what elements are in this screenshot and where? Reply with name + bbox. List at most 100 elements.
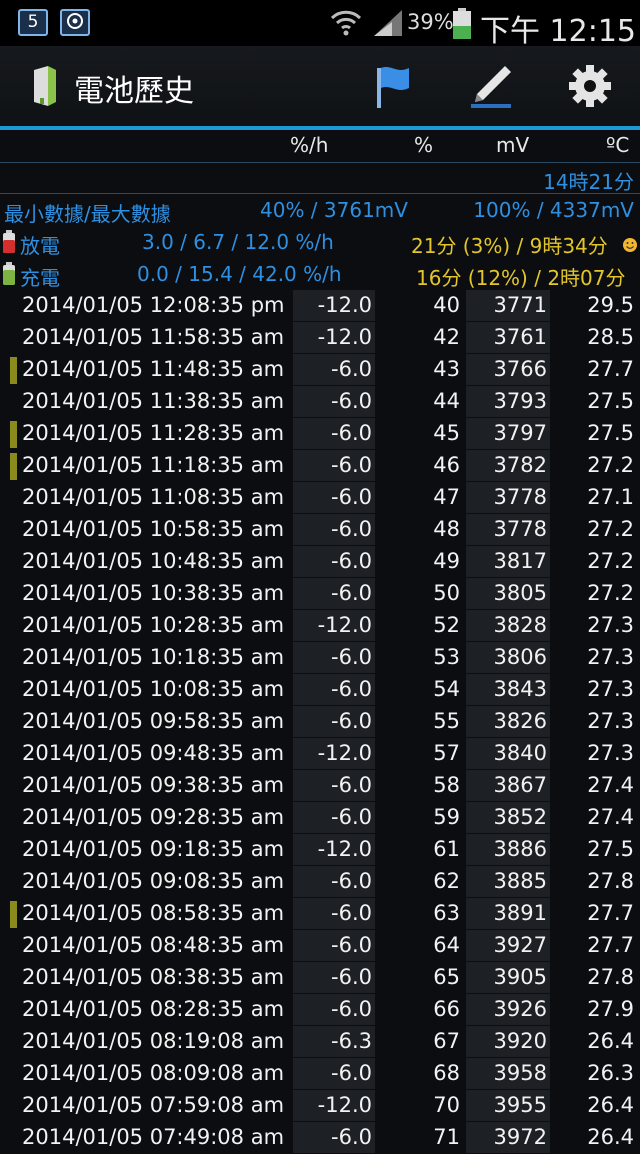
row-rate: -12.0 [317,613,372,637]
row-temperature: 27.2 [587,517,634,541]
row-temperature: 27.2 [587,581,634,605]
row-voltage: 3885 [493,869,547,893]
row-percent: 42 [433,325,460,349]
row-percent: 43 [433,357,460,381]
row-date: 2014/01/05 08:19:08 am [22,1029,285,1053]
row-rate: -6.0 [331,997,372,1021]
history-row[interactable]: 2014/01/05 08:09:08 am -6.0 68 3958 26.3 [0,1058,640,1090]
calendar-notification-icon: 5 [18,9,48,36]
history-row[interactable]: 2014/01/05 11:28:35 am -6.0 45 3797 27.5 [0,418,640,450]
history-row[interactable]: 2014/01/05 11:18:35 am -6.0 46 3782 27.2 [0,450,640,482]
history-row[interactable]: 2014/01/05 09:28:35 am -6.0 59 3852 27.4 [0,802,640,834]
battery-door-icon[interactable] [30,64,62,112]
history-row[interactable]: 2014/01/05 09:18:35 am -12.0 61 3886 27.5 [0,834,640,866]
history-row[interactable]: 2014/01/05 10:38:35 am -6.0 50 3805 27.2 [0,578,640,610]
row-date: 2014/01/05 07:59:08 am [22,1093,285,1117]
row-voltage: 3955 [493,1093,547,1117]
row-temperature: 27.8 [587,965,634,989]
row-date: 2014/01/05 11:18:35 am [22,453,285,477]
row-rate: -12.0 [317,325,372,349]
history-row[interactable]: 2014/01/05 08:28:35 am -6.0 66 3926 27.9 [0,994,640,1026]
row-percent: 57 [433,741,460,765]
history-row[interactable]: 2014/01/05 08:48:35 am -6.0 64 3927 27.7 [0,930,640,962]
row-voltage: 3920 [493,1029,547,1053]
row-date: 2014/01/05 11:28:35 am [22,421,285,445]
row-percent: 45 [433,421,460,445]
settings-button[interactable] [564,60,616,112]
row-voltage: 3797 [493,421,547,445]
row-rate: -12.0 [317,741,372,765]
row-temperature: 27.2 [587,549,634,573]
history-row[interactable]: 2014/01/05 08:38:35 am -6.0 65 3905 27.8 [0,962,640,994]
row-percent: 59 [433,805,460,829]
charge-rates: 0.0 / 15.4 / 42.0 %/h [137,262,342,286]
row-date: 2014/01/05 10:48:35 am [22,549,285,573]
history-row[interactable]: 2014/01/05 09:38:35 am -6.0 58 3867 27.4 [0,770,640,802]
row-rate: -6.0 [331,1125,372,1149]
row-temperature: 29.5 [587,293,634,317]
action-bar: 電池歷史 [0,46,640,126]
summary-divider [0,193,640,194]
row-temperature: 27.9 [587,997,634,1021]
row-voltage: 3926 [493,997,547,1021]
history-row[interactable]: 2014/01/05 07:59:08 am -12.0 70 3955 26.4 [0,1090,640,1122]
row-date: 2014/01/05 10:58:35 am [22,517,285,541]
row-temperature: 26.3 [587,1061,634,1085]
row-percent: 47 [433,485,460,509]
row-percent: 44 [433,389,460,413]
row-percent: 52 [433,613,460,637]
page-title: 電池歷史 [74,74,194,109]
history-row[interactable]: 2014/01/05 11:58:35 am -12.0 42 3761 28.5 [0,322,640,354]
history-row[interactable]: 2014/01/05 12:08:35 pm -12.0 40 3771 29.5 [0,290,640,322]
history-row[interactable]: 2014/01/05 10:18:35 am -6.0 53 3806 27.3 [0,642,640,674]
history-row[interactable]: 2014/01/05 10:48:35 am -6.0 49 3817 27.2 [0,546,640,578]
max-values: 100% / 4337mV [473,198,634,222]
row-rate: -12.0 [317,293,372,317]
row-temperature: 27.2 [587,453,634,477]
row-temperature: 27.5 [587,837,634,861]
row-voltage: 3778 [493,517,547,541]
row-temperature: 28.5 [587,325,634,349]
smiley-icon [622,234,638,258]
row-rate: -6.0 [331,453,372,477]
discharge-battery-icon [2,230,16,259]
row-percent: 49 [433,549,460,573]
total-time: 14時21分 [543,170,634,194]
row-rate: -6.0 [331,869,372,893]
history-row[interactable]: 2014/01/05 10:08:35 am -6.0 54 3843 27.3 [0,674,640,706]
row-temperature: 27.4 [587,805,634,829]
row-rate: -6.0 [331,517,372,541]
history-row[interactable]: 2014/01/05 10:58:35 am -6.0 48 3778 27.2 [0,514,640,546]
row-voltage: 3843 [493,677,547,701]
row-voltage: 3852 [493,805,547,829]
row-rate: -6.0 [331,645,372,669]
history-row[interactable]: 2014/01/05 08:19:08 am -6.3 67 3920 26.4 [0,1026,640,1058]
row-temperature: 26.4 [587,1093,634,1117]
col-pct-header: % [414,133,434,157]
signal-icon [372,9,404,41]
history-row[interactable]: 2014/01/05 09:58:35 am -6.0 55 3826 27.3 [0,706,640,738]
history-row[interactable]: 2014/01/05 11:08:35 am -6.0 47 3778 27.1 [0,482,640,514]
history-row[interactable]: 2014/01/05 09:08:35 am -6.0 62 3885 27.8 [0,866,640,898]
pen-icon [471,66,511,108]
row-temperature: 27.7 [587,933,634,957]
row-temperature: 26.4 [587,1125,634,1149]
history-row[interactable]: 2014/01/05 07:49:08 am -6.0 71 3972 26.4 [0,1122,640,1154]
edit-button[interactable] [466,60,518,112]
row-percent: 48 [433,517,460,541]
history-row[interactable]: 2014/01/05 10:28:35 am -12.0 52 3828 27.3 [0,610,640,642]
row-date: 2014/01/05 08:58:35 am [22,901,285,925]
battery-percentage: 39% [407,10,454,34]
history-row[interactable]: 2014/01/05 11:48:35 am -6.0 43 3766 27.7 [0,354,640,386]
history-row[interactable]: 2014/01/05 11:38:35 am -6.0 44 3793 27.5 [0,386,640,418]
history-row[interactable]: 2014/01/05 09:48:35 am -12.0 57 3840 27.3 [0,738,640,770]
row-percent: 68 [433,1061,460,1085]
row-date: 2014/01/05 08:38:35 am [22,965,285,989]
flag-button[interactable] [365,60,417,112]
row-percent: 64 [433,933,460,957]
column-header: %/h % mV ºC [0,130,640,163]
event-marker [10,453,17,480]
history-row[interactable]: 2014/01/05 08:58:35 am -6.0 63 3891 27.7 [0,898,640,930]
row-date: 2014/01/05 08:48:35 am [22,933,285,957]
row-rate: -6.0 [331,485,372,509]
